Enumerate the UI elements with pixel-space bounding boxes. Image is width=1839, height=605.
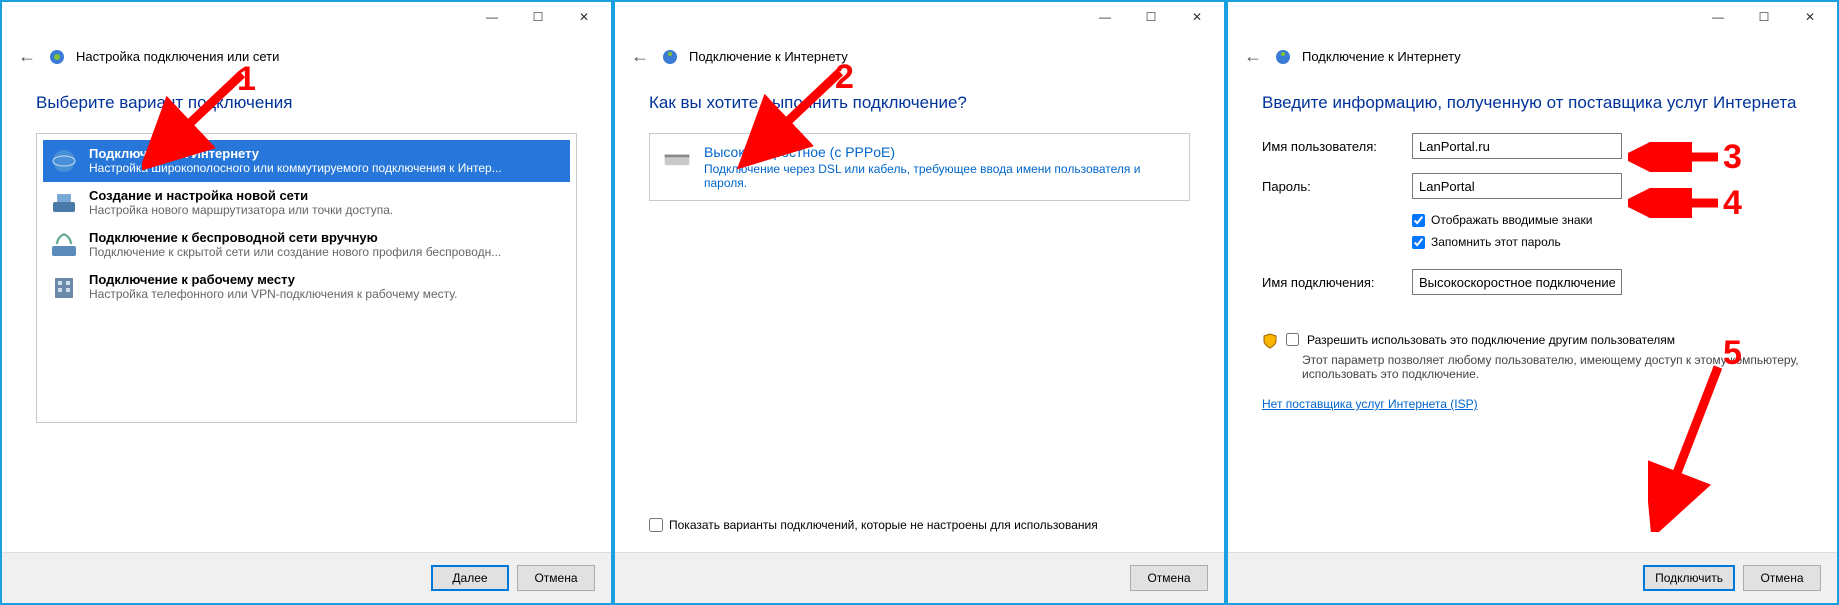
back-arrow-icon[interactable]: ←: [631, 46, 651, 67]
show-chars-label: Отображать вводимые знаки: [1431, 213, 1592, 227]
dialog-footer: Отмена: [615, 552, 1224, 603]
allow-others-row: Разрешить использовать это подключение д…: [1262, 333, 1803, 349]
allow-others-checkbox[interactable]: [1286, 333, 1299, 346]
titlebar: [2, 2, 611, 42]
option-workplace[interactable]: Подключение к рабочему месту Настройка т…: [43, 266, 570, 308]
no-isp-link[interactable]: Нет поставщика услуг Интернета (ISP): [1262, 397, 1803, 411]
options-list: Подключение к Интернету Настройка широко…: [36, 133, 577, 423]
option-title: Высокоскоростное (с PPPoE): [704, 144, 1177, 160]
connname-label: Имя подключения:: [1262, 275, 1412, 290]
remember-checkbox[interactable]: [1412, 236, 1425, 249]
password-input[interactable]: [1412, 173, 1622, 199]
modem-icon: [662, 144, 692, 174]
remember-row: Запомнить этот пароль: [1412, 235, 1803, 249]
option-desc: Подключение к скрытой сети или создание …: [89, 245, 564, 259]
password-label: Пароль:: [1262, 179, 1412, 194]
close-button[interactable]: [561, 2, 607, 32]
network-icon: [48, 48, 66, 66]
window-header: ← Настройка подключения или сети: [2, 42, 611, 75]
window-title: Подключение к Интернету: [689, 49, 848, 64]
username-row: Имя пользователя:: [1262, 133, 1803, 159]
close-button[interactable]: [1787, 2, 1833, 32]
minimize-button[interactable]: [1695, 2, 1741, 32]
connname-row: Имя подключения:: [1262, 269, 1803, 295]
show-unconfigured-label: Показать варианты подключений, которые н…: [669, 518, 1098, 532]
option-internet-connection[interactable]: Подключение к Интернету Настройка широко…: [43, 140, 570, 182]
window-header: ← Подключение к Интернету: [615, 42, 1224, 75]
show-unconfigured-checkbox[interactable]: [649, 518, 663, 532]
option-wireless-manual[interactable]: Подключение к беспроводной сети вручную …: [43, 224, 570, 266]
connect-button[interactable]: Подключить: [1643, 565, 1735, 591]
page-heading: Введите информацию, полученную от постав…: [1262, 93, 1803, 113]
window-title: Подключение к Интернету: [1302, 49, 1461, 64]
shield-icon: [1262, 333, 1278, 349]
show-chars-row: Отображать вводимые знаки: [1412, 213, 1803, 227]
username-label: Имя пользователя:: [1262, 139, 1412, 154]
option-pppoe[interactable]: Высокоскоростное (с PPPoE) Подключение ч…: [649, 133, 1190, 201]
maximize-button[interactable]: [515, 2, 561, 32]
globe-icon: [661, 48, 679, 66]
show-chars-checkbox[interactable]: [1412, 214, 1425, 227]
page-heading: Выберите вариант подключения: [36, 93, 577, 113]
cancel-button[interactable]: Отмена: [517, 565, 595, 591]
close-button[interactable]: [1174, 2, 1220, 32]
password-row: Пароль:: [1262, 173, 1803, 199]
window-header: ← Подключение к Интернету: [1228, 42, 1837, 75]
option-desc: Настройка телефонного или VPN-подключени…: [89, 287, 564, 301]
next-button[interactable]: Далее: [431, 565, 509, 591]
cancel-button[interactable]: Отмена: [1130, 565, 1208, 591]
minimize-button[interactable]: [1082, 2, 1128, 32]
window-2: ← Подключение к Интернету Как вы хотите …: [613, 0, 1226, 605]
option-desc: Настройка нового маршрутизатора или точк…: [89, 203, 564, 217]
option-title: Подключение к Интернету: [89, 146, 564, 161]
option-new-network[interactable]: Создание и настройка новой сети Настройк…: [43, 182, 570, 224]
option-title: Создание и настройка новой сети: [89, 188, 564, 203]
dialog-footer: Подключить Отмена: [1228, 552, 1837, 603]
connname-input[interactable]: [1412, 269, 1622, 295]
allow-others-label: Разрешить использовать это подключение д…: [1307, 333, 1675, 347]
maximize-button[interactable]: [1741, 2, 1787, 32]
option-desc: Подключение через DSL или кабель, требую…: [704, 162, 1177, 190]
titlebar: [1228, 2, 1837, 42]
window-3: ← Подключение к Интернету Введите информ…: [1226, 0, 1839, 605]
wireless-icon: [49, 230, 79, 260]
remember-label: Запомнить этот пароль: [1431, 235, 1561, 249]
router-icon: [49, 188, 79, 218]
username-input[interactable]: [1412, 133, 1622, 159]
globe-icon: [1274, 48, 1292, 66]
option-title: Подключение к рабочему месту: [89, 272, 564, 287]
show-unconfigured-row: Показать варианты подключений, которые н…: [649, 508, 1190, 542]
back-arrow-icon[interactable]: ←: [18, 46, 38, 67]
maximize-button[interactable]: [1128, 2, 1174, 32]
titlebar: [615, 2, 1224, 42]
dialog-footer: Далее Отмена: [2, 552, 611, 603]
window-title: Настройка подключения или сети: [76, 49, 279, 64]
cancel-button[interactable]: Отмена: [1743, 565, 1821, 591]
option-title: Подключение к беспроводной сети вручную: [89, 230, 564, 245]
building-icon: [49, 272, 79, 302]
window-1: ← Настройка подключения или сети Выберит…: [0, 0, 613, 605]
option-desc: Настройка широкополосного или коммутируе…: [89, 161, 564, 175]
allow-others-desc: Этот параметр позволяет любому пользоват…: [1302, 353, 1803, 381]
minimize-button[interactable]: [469, 2, 515, 32]
page-heading: Как вы хотите выполнить подключение?: [649, 93, 1190, 113]
globe-icon: [49, 146, 79, 176]
back-arrow-icon[interactable]: ←: [1244, 46, 1264, 67]
